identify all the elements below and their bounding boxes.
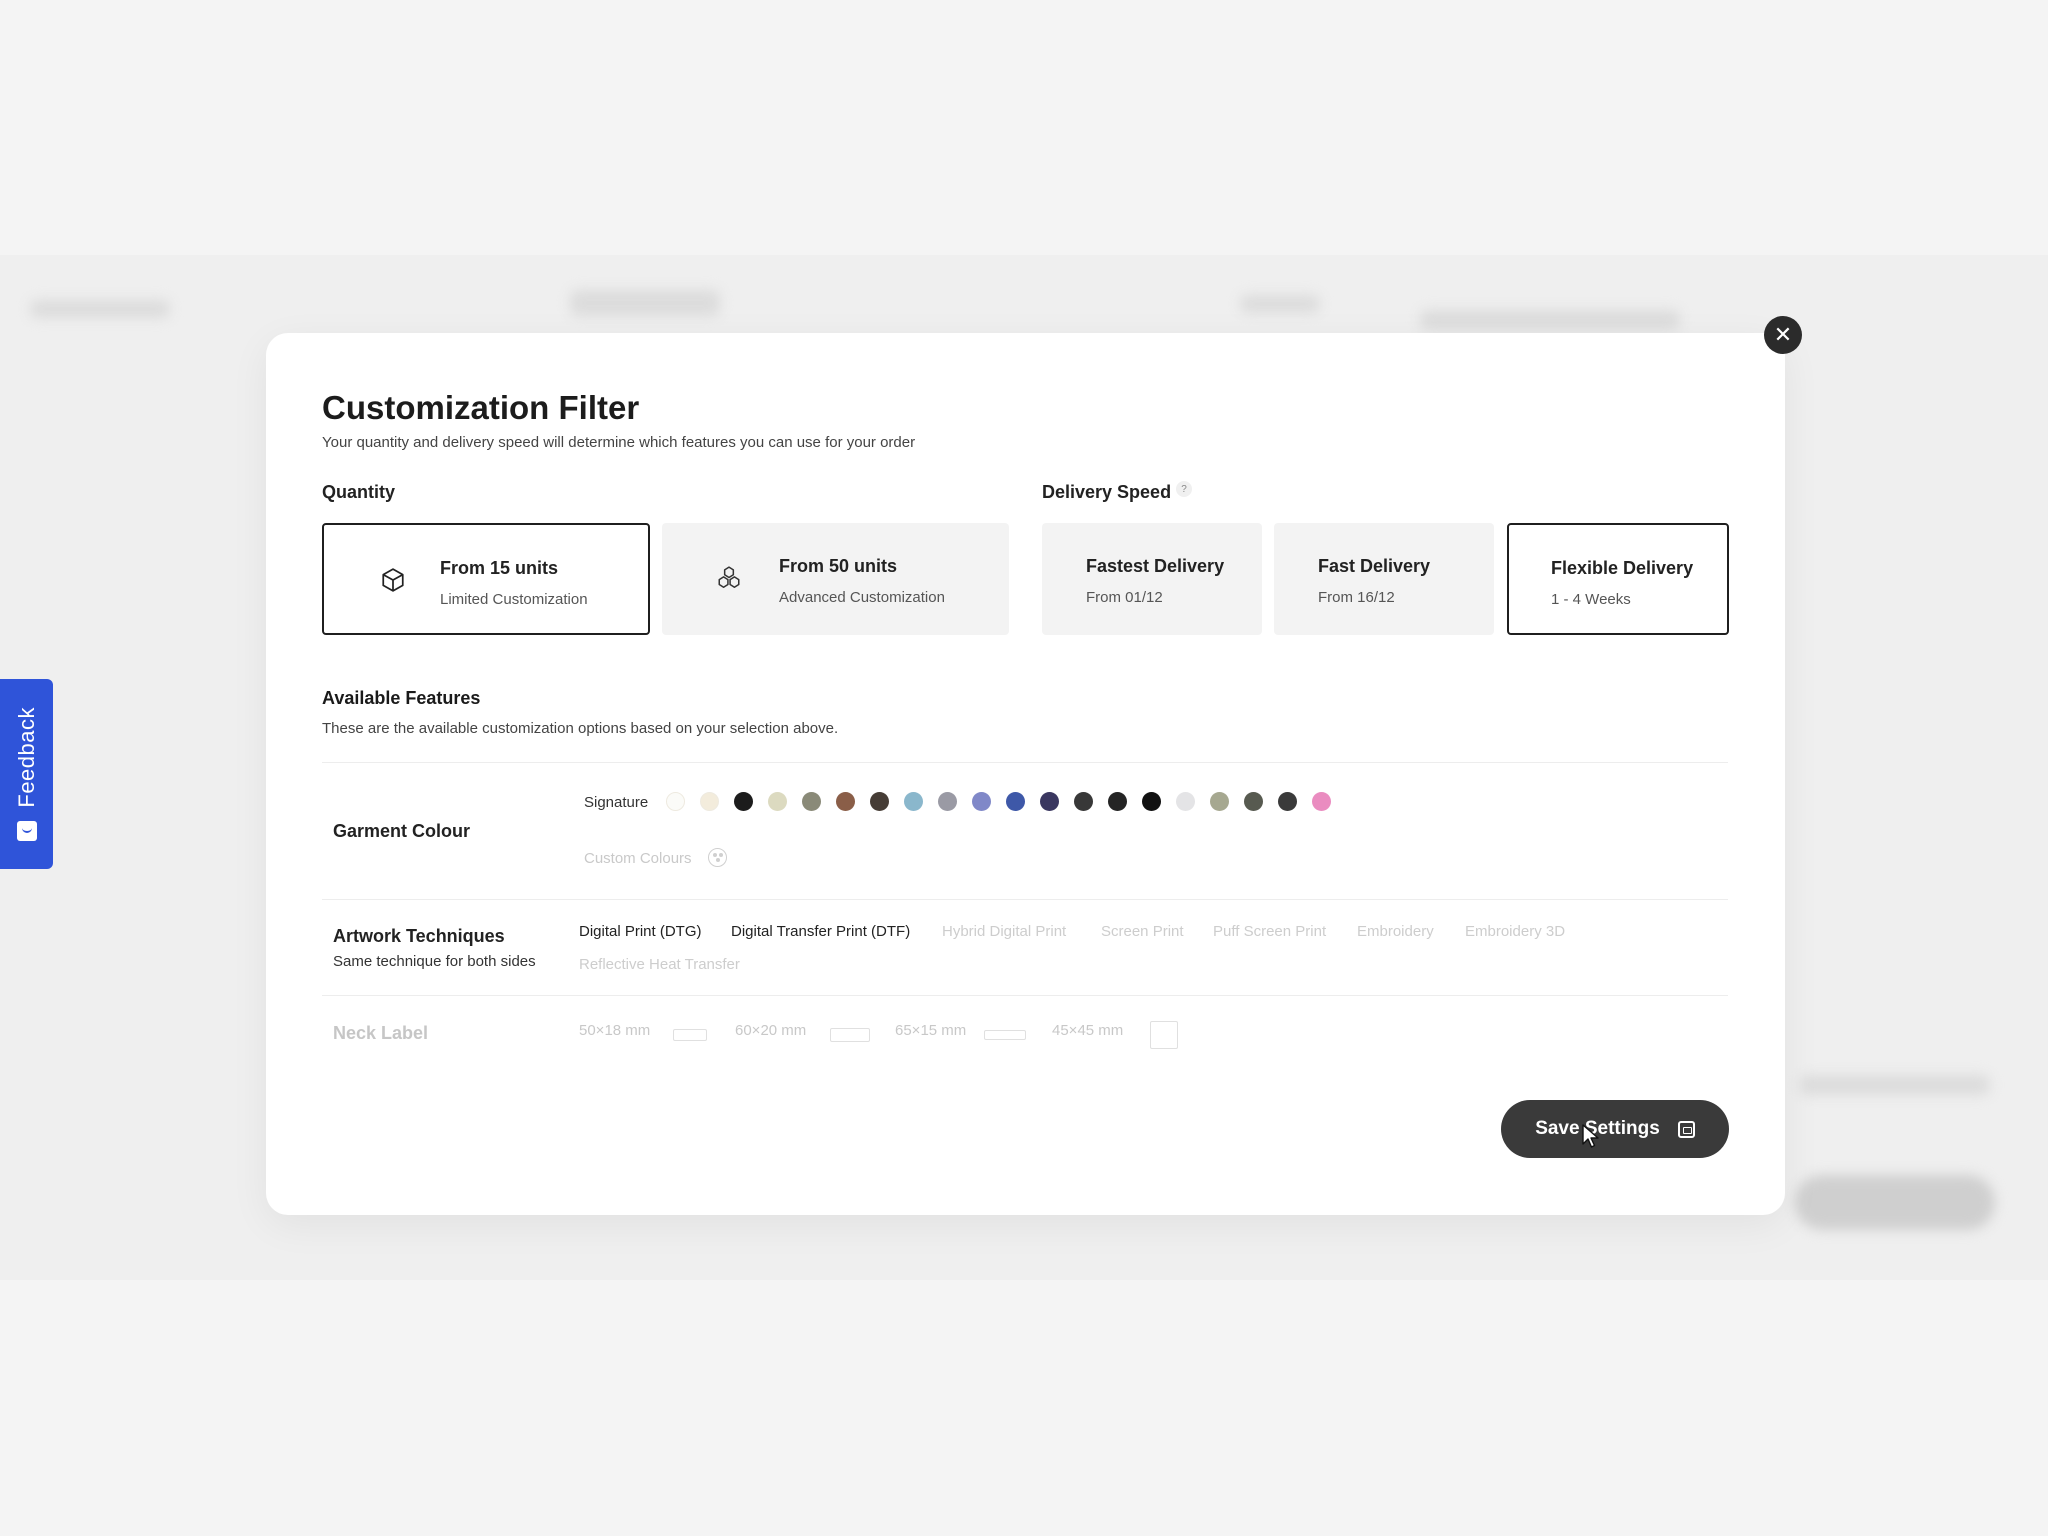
technique-embroidery: Embroidery [1357, 923, 1434, 940]
close-icon: ✕ [1773, 322, 1793, 347]
colour-swatch[interactable] [1312, 792, 1331, 811]
colour-swatch[interactable] [768, 792, 787, 811]
quantity-label: Quantity [322, 482, 396, 502]
colour-swatch[interactable] [666, 792, 685, 811]
cube-icon [382, 568, 404, 592]
quantity-option-name: From 15 units [440, 558, 559, 578]
delivery-option-name: Fast Delivery [1318, 556, 1431, 576]
divider [322, 762, 1728, 763]
available-features-subtitle: These are the available customization op… [322, 720, 839, 737]
colour-swatch[interactable] [1278, 792, 1297, 811]
neck-size-preview [830, 1028, 870, 1042]
delivery-option-fast[interactable]: Fast Delivery From 16/12 [1274, 523, 1494, 635]
colour-swatch[interactable] [904, 792, 923, 811]
colour-swatch[interactable] [700, 792, 719, 811]
colour-swatch[interactable] [836, 792, 855, 811]
technique-embroidery-3d: Embroidery 3D [1465, 923, 1566, 940]
quantity-option-sub: Limited Customization [440, 591, 588, 608]
colour-swatch[interactable] [1142, 792, 1161, 811]
feedback-label: Feedback [13, 706, 39, 808]
delivery-option-name: Flexible Delivery [1551, 558, 1694, 578]
customization-filter-modal: Customization Filter Your quantity and d… [266, 333, 1785, 1215]
colour-swatch[interactable] [1108, 792, 1127, 811]
smile-icon [16, 821, 37, 842]
divider [322, 995, 1728, 996]
artwork-techniques-label: Artwork Techniques [333, 926, 505, 946]
quantity-option-sub: Advanced Customization [779, 589, 945, 606]
colour-swatch[interactable] [1006, 792, 1025, 811]
neck-size-45x45: 45×45 mm [1052, 1022, 1124, 1039]
neck-size-65x15: 65×15 mm [895, 1022, 967, 1039]
colour-swatch[interactable] [802, 792, 821, 811]
neck-size-preview [673, 1029, 707, 1041]
colour-swatch[interactable] [1244, 792, 1263, 811]
delivery-option-sub: From 16/12 [1318, 589, 1395, 606]
quantity-option-15[interactable]: From 15 units Limited Customization [322, 523, 650, 635]
technique-puff-screen-print: Puff Screen Print [1213, 923, 1327, 940]
colour-swatch[interactable] [734, 792, 753, 811]
mouse-cursor-icon [1582, 1124, 1599, 1148]
technique-hybrid: Hybrid Digital Print [942, 923, 1067, 940]
neck-label-label: Neck Label [333, 1023, 429, 1043]
neck-size-50x18: 50×18 mm [579, 1022, 651, 1039]
available-features-title: Available Features [322, 688, 481, 708]
divider [322, 899, 1728, 900]
signature-label: Signature [584, 794, 649, 811]
technique-dtg[interactable]: Digital Print (DTG) [579, 923, 702, 940]
quantity-option-name: From 50 units [779, 556, 898, 576]
colour-swatch[interactable] [972, 792, 991, 811]
modal-title: Customization Filter [322, 389, 640, 426]
modal-subtitle: Your quantity and delivery speed will de… [322, 434, 916, 451]
palette-icon [708, 848, 727, 867]
save-icon [1677, 1120, 1695, 1138]
colour-swatch[interactable] [870, 792, 889, 811]
technique-screen-print: Screen Print [1101, 923, 1184, 940]
delivery-option-name: Fastest Delivery [1086, 556, 1225, 576]
technique-reflective-heat-transfer: Reflective Heat Transfer [579, 956, 740, 973]
delivery-speed-label: Delivery Speed [1042, 482, 1172, 502]
garment-colour-label: Garment Colour [333, 821, 471, 841]
colour-swatch[interactable] [1074, 792, 1093, 811]
colour-swatch[interactable] [1040, 792, 1059, 811]
feedback-tab[interactable]: Feedback [0, 679, 53, 869]
save-settings-button[interactable]: Save Settings [1501, 1100, 1729, 1158]
technique-dtf[interactable]: Digital Transfer Print (DTF) [731, 923, 910, 940]
delivery-option-sub: From 01/12 [1086, 589, 1163, 606]
neck-size-60x20: 60×20 mm [735, 1022, 807, 1039]
custom-colours-label: Custom Colours [584, 850, 692, 867]
colour-swatch[interactable] [1210, 792, 1229, 811]
colour-swatches [666, 792, 1331, 811]
cubes-icon [718, 566, 740, 588]
neck-size-preview [984, 1030, 1026, 1040]
colour-swatch[interactable] [938, 792, 957, 811]
colour-swatch[interactable] [1176, 792, 1195, 811]
help-icon[interactable]: ? [1176, 481, 1192, 497]
quantity-option-50[interactable]: From 50 units Advanced Customization [662, 523, 1009, 635]
delivery-option-sub: 1 - 4 Weeks [1551, 591, 1631, 608]
artwork-techniques-sub: Same technique for both sides [333, 953, 536, 970]
delivery-option-fastest[interactable]: Fastest Delivery From 01/12 [1042, 523, 1262, 635]
close-button[interactable]: ✕ [1764, 316, 1802, 354]
delivery-option-flexible[interactable]: Flexible Delivery 1 - 4 Weeks [1507, 523, 1729, 635]
neck-size-preview [1150, 1021, 1178, 1049]
